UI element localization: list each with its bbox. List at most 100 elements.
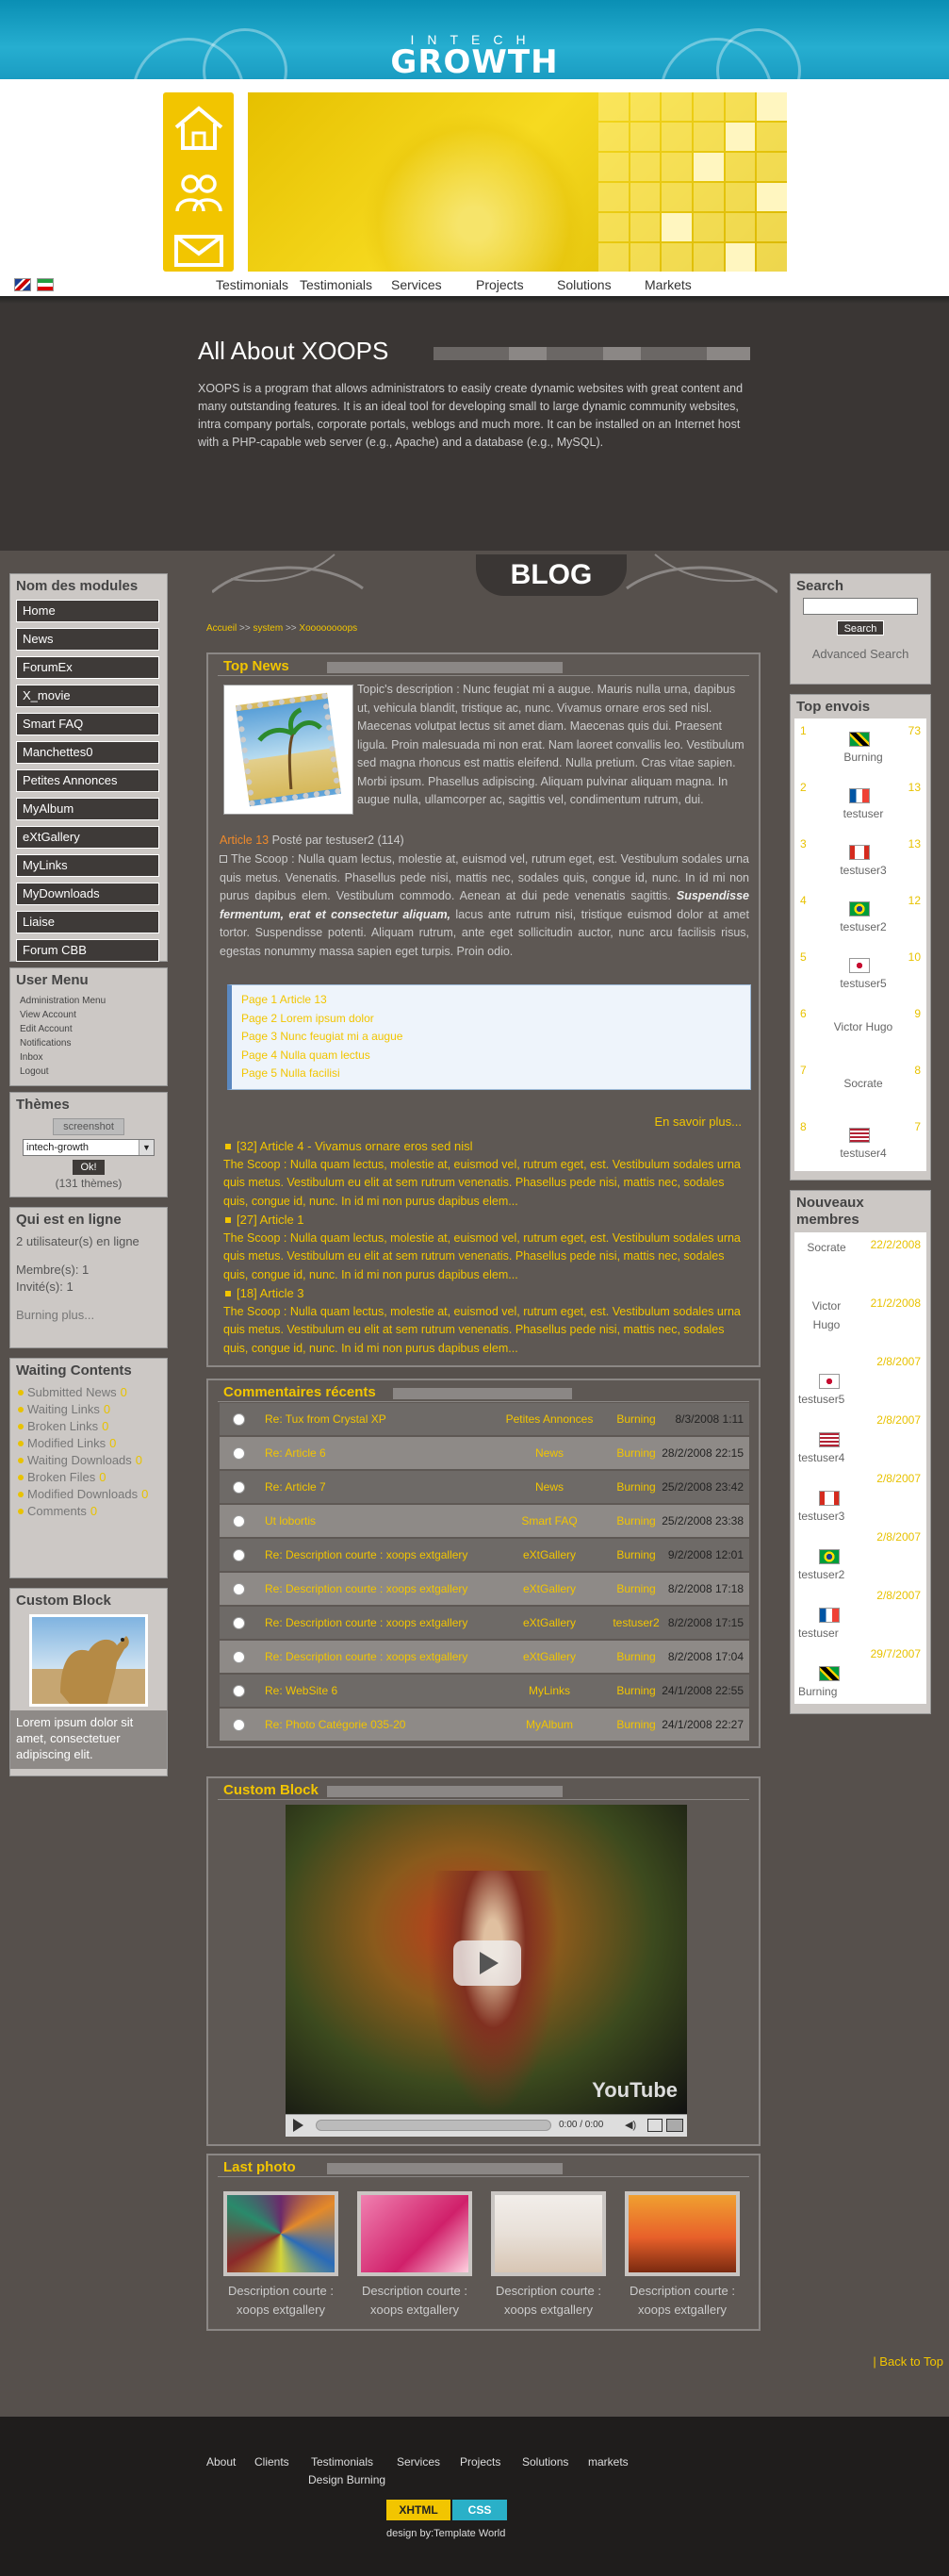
waiting-item[interactable]: Submitted News 0 (16, 1384, 161, 1401)
comment-title[interactable]: Re: Description courte : xoops extgaller… (265, 1641, 467, 1673)
footer-testimonials[interactable]: Testimonials (311, 2455, 373, 2469)
comment-title[interactable]: Re: Description courte : xoops extgaller… (265, 1539, 467, 1571)
volume-icon[interactable]: ◀) (625, 2119, 640, 2132)
home-icon[interactable] (163, 92, 234, 163)
comment-title[interactable]: Re: Photo Catégorie 035-20 (265, 1709, 405, 1741)
comment-title[interactable]: Ut lobortis (265, 1505, 316, 1537)
comment-row[interactable]: Re: Description courte : xoops extgaller… (220, 1539, 749, 1571)
css-badge[interactable]: CSS (452, 2500, 507, 2520)
module-link[interactable]: MyLinks (16, 854, 159, 877)
online-who[interactable]: Burning plus... (16, 1307, 161, 1324)
footer-solutions[interactable]: Solutions (522, 2455, 568, 2469)
new-member-name[interactable]: Victor Hugo (798, 1296, 855, 1334)
comment-row[interactable]: Re: Article 6 News Burning 28/2/2008 22:15 (220, 1437, 749, 1469)
photo-thumbnail[interactable] (491, 2191, 606, 2276)
comment-row[interactable]: Re: Tux from Crystal XP Petites Annonces B… (220, 1403, 749, 1435)
new-member-name[interactable]: testuser2 (798, 1568, 844, 1581)
menu-testimonials-1[interactable]: Testimonials (216, 277, 288, 292)
user-menu-link[interactable]: Administration Menu (16, 994, 161, 1008)
search-input[interactable] (803, 598, 918, 615)
menu-testimonials-2[interactable]: Testimonials (300, 277, 372, 292)
waiting-item[interactable]: Modified Links 0 (16, 1435, 161, 1452)
comment-row[interactable]: Re: WebSite 6 MyLinks Burning 24/1/2008 22:… (220, 1675, 749, 1707)
back-to-top-link[interactable]: | Back to Top (873, 2354, 943, 2369)
article-page-link[interactable]: Page 1 Article 13 (241, 991, 741, 1010)
new-member-name[interactable]: testuser3 (798, 1510, 844, 1523)
new-member-name[interactable]: testuser (798, 1627, 839, 1640)
news-item-title[interactable]: [27] Article 1 (223, 1211, 751, 1230)
comment-row[interactable]: Re: Description courte : xoops extgaller… (220, 1641, 749, 1673)
news-item-title[interactable]: [18] Article 3 (223, 1284, 751, 1303)
comment-title[interactable]: Re: Description courte : xoops extgaller… (265, 1607, 467, 1639)
top-sender-name[interactable]: testuser5 (794, 977, 932, 990)
top-sender-name[interactable]: Socrate (794, 1077, 932, 1090)
search-button[interactable]: Search (837, 620, 884, 636)
breadcrumb-home[interactable]: Accueil (206, 623, 237, 634)
new-member-name[interactable]: testuser5 (798, 1393, 844, 1406)
advanced-search-link[interactable]: Advanced Search (796, 647, 924, 661)
module-link[interactable]: Home (16, 600, 159, 622)
footer-clients[interactable]: Clients (254, 2455, 289, 2469)
module-link[interactable]: Smart FAQ (16, 713, 159, 735)
waiting-item[interactable]: Modified Downloads 0 (16, 1486, 161, 1503)
footer-projects[interactable]: Projects (460, 2455, 500, 2469)
user-menu-link[interactable]: View Account (16, 1008, 161, 1022)
users-icon[interactable] (163, 157, 234, 228)
waiting-item[interactable]: Waiting Links 0 (16, 1401, 161, 1418)
top-sender-name[interactable]: testuser3 (794, 864, 932, 877)
settings-icon[interactable] (647, 2119, 663, 2132)
top-sender-name[interactable]: testuser (794, 807, 932, 820)
video-player[interactable]: YouTube (286, 1805, 687, 2114)
footer-services[interactable]: Services (397, 2455, 440, 2469)
theme-ok-button[interactable]: Ok! (73, 1160, 105, 1175)
comment-row[interactable]: Re: Description courte : xoops extgaller… (220, 1573, 749, 1605)
waiting-item[interactable]: Comments 0 (16, 1503, 161, 1520)
menu-solutions[interactable]: Solutions (557, 277, 612, 292)
comment-title[interactable]: Re: Tux from Crystal XP (265, 1403, 386, 1435)
new-member-name[interactable]: Socrate (798, 1238, 855, 1257)
brand-logo[interactable]: INTECH GROWTH (0, 0, 949, 81)
module-link[interactable]: MyDownloads (16, 883, 159, 905)
menu-markets[interactable]: Markets (645, 277, 692, 292)
module-link[interactable]: News (16, 628, 159, 651)
module-link[interactable]: Petites Annonces (16, 769, 159, 792)
xhtml-badge[interactable]: XHTML (386, 2500, 450, 2520)
comment-title[interactable]: Re: Article 6 (265, 1437, 326, 1469)
comment-row[interactable]: Re: Photo Catégorie 035-20 MyAlbum Burning… (220, 1709, 749, 1741)
comment-user[interactable]: Burning (589, 1403, 683, 1435)
comment-title[interactable]: Re: WebSite 6 (265, 1675, 337, 1707)
footer-about[interactable]: About (206, 2455, 236, 2469)
video-play-button[interactable] (453, 1940, 521, 1986)
photo-thumbnail[interactable] (223, 2191, 338, 2276)
waiting-item[interactable]: Broken Files 0 (16, 1469, 161, 1486)
article-page-link[interactable]: Page 4 Nulla quam lectus (241, 1047, 741, 1065)
user-menu-link[interactable]: Notifications (16, 1036, 161, 1050)
video-progress[interactable] (316, 2120, 551, 2131)
module-link[interactable]: Liaise (16, 911, 159, 933)
top-sender-name[interactable]: Victor Hugo (794, 1020, 932, 1033)
play-icon[interactable] (293, 2119, 303, 2132)
module-link[interactable]: MyAlbum (16, 798, 159, 820)
breadcrumb-system[interactable]: system (254, 623, 284, 634)
comment-row[interactable]: Ut lobortis Smart FAQ Burning 25/2/2008 23:… (220, 1505, 749, 1537)
read-more-link[interactable]: En savoir plus... (655, 1115, 743, 1129)
article-13-link[interactable]: Article 13 (220, 834, 269, 847)
top-sender-name[interactable]: testuser4 (794, 1147, 932, 1160)
module-link[interactable]: Manchettes0 (16, 741, 159, 764)
comment-title[interactable]: Re: Description courte : xoops extgaller… (265, 1573, 467, 1605)
module-link[interactable]: X_movie (16, 685, 159, 707)
menu-services[interactable]: Services (391, 277, 442, 292)
user-menu-link[interactable]: Inbox (16, 1050, 161, 1065)
top-sender-name[interactable]: testuser2 (794, 920, 932, 933)
photo-thumbnail[interactable] (357, 2191, 472, 2276)
waiting-item[interactable]: Waiting Downloads 0 (16, 1452, 161, 1469)
fullscreen-icon[interactable] (666, 2119, 683, 2132)
user-menu-link[interactable]: Logout (16, 1065, 161, 1079)
menu-projects[interactable]: Projects (476, 277, 524, 292)
article-page-link[interactable]: Page 2 Lorem ipsum dolor (241, 1010, 741, 1029)
waiting-item[interactable]: Broken Links 0 (16, 1418, 161, 1435)
user-menu-link[interactable]: Edit Account (16, 1022, 161, 1036)
photo-thumbnail[interactable] (625, 2191, 740, 2276)
module-link[interactable]: Forum CBB (16, 939, 159, 962)
comment-row[interactable]: Re: Description courte : xoops extgaller… (220, 1607, 749, 1639)
